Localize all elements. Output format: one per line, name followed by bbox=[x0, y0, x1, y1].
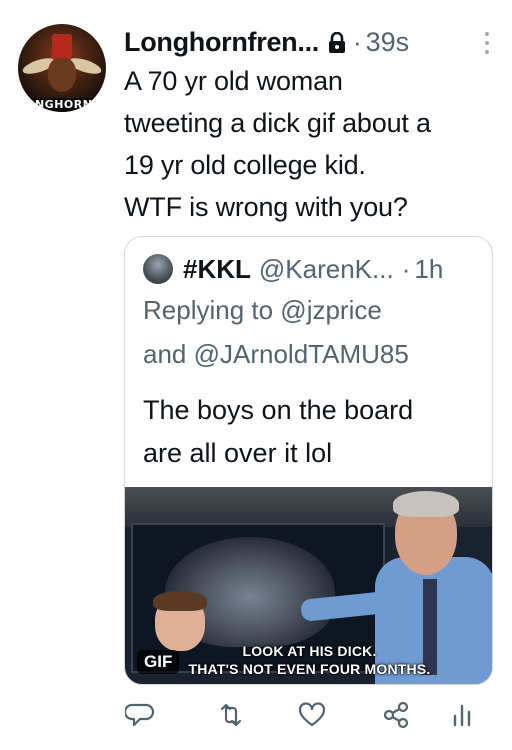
gif-caption-line2: THAT'S NOT EVEN FOUR MONTHS. bbox=[188, 661, 431, 677]
like-icon[interactable] bbox=[297, 700, 327, 730]
tweet-text-line: 19 yr old college kid. bbox=[124, 150, 366, 180]
more-icon[interactable] bbox=[482, 30, 492, 56]
tweet-text-line: A 70 yr old woman bbox=[124, 66, 343, 96]
reply-icon[interactable] bbox=[123, 700, 155, 730]
tweet-text-line: tweeting a dick gif about a bbox=[124, 108, 431, 138]
quoted-tweet-header: #KKL @KarenK... · 1h bbox=[143, 251, 443, 287]
tweet-time[interactable]: 39s bbox=[366, 27, 410, 58]
retweet-icon[interactable] bbox=[216, 700, 246, 730]
quoted-tweet-time[interactable]: 1h bbox=[414, 254, 443, 285]
tweet-text: A 70 yr old woman tweeting a dick gif ab… bbox=[124, 60, 504, 228]
avatar-banner: LONGHORN FR bbox=[18, 98, 106, 112]
gif-man-hair bbox=[393, 491, 459, 517]
tweet-text-line: WTF is wrong with you? bbox=[124, 192, 408, 222]
gif-caption-line1: LOOK AT HIS DICK. bbox=[242, 643, 377, 659]
gif-inset-hair bbox=[153, 591, 207, 611]
quoted-avatar[interactable] bbox=[143, 254, 173, 284]
action-bar bbox=[0, 700, 512, 734]
analytics-icon[interactable] bbox=[447, 700, 477, 730]
quoted-author-handle[interactable]: @KarenK... bbox=[259, 254, 394, 285]
quoted-text-line: The boys on the board bbox=[143, 395, 414, 425]
gif-badge: GIF bbox=[137, 650, 180, 674]
gif-media[interactable]: LOOK AT HIS DICK. THAT'S NOT EVEN FOUR M… bbox=[125, 487, 492, 684]
avatar[interactable]: LONGHORN FR bbox=[18, 24, 106, 112]
separator-dot: · bbox=[401, 253, 411, 284]
tweet-header: Longhornfren... · 39s bbox=[124, 24, 409, 60]
replying-to-line[interactable]: Replying to @jzprice bbox=[143, 295, 382, 326]
lock-icon bbox=[327, 31, 347, 54]
avatar-head bbox=[48, 58, 76, 92]
replying-to-line[interactable]: and @JArnoldTAMU85 bbox=[143, 339, 409, 370]
quoted-author-name[interactable]: #KKL bbox=[183, 254, 251, 285]
quoted-text-line: are all over it lol bbox=[143, 438, 333, 468]
separator-dot: · bbox=[352, 26, 362, 57]
share-icon[interactable] bbox=[381, 700, 411, 730]
author-name[interactable]: Longhornfren... bbox=[124, 27, 319, 58]
tweet[interactable]: LONGHORN FR Longhornfren... · 39s A 70 y… bbox=[0, 0, 512, 750]
quoted-tweet[interactable]: #KKL @KarenK... · 1h Replying to @jzpric… bbox=[124, 236, 493, 685]
avatar-hat bbox=[52, 34, 72, 60]
